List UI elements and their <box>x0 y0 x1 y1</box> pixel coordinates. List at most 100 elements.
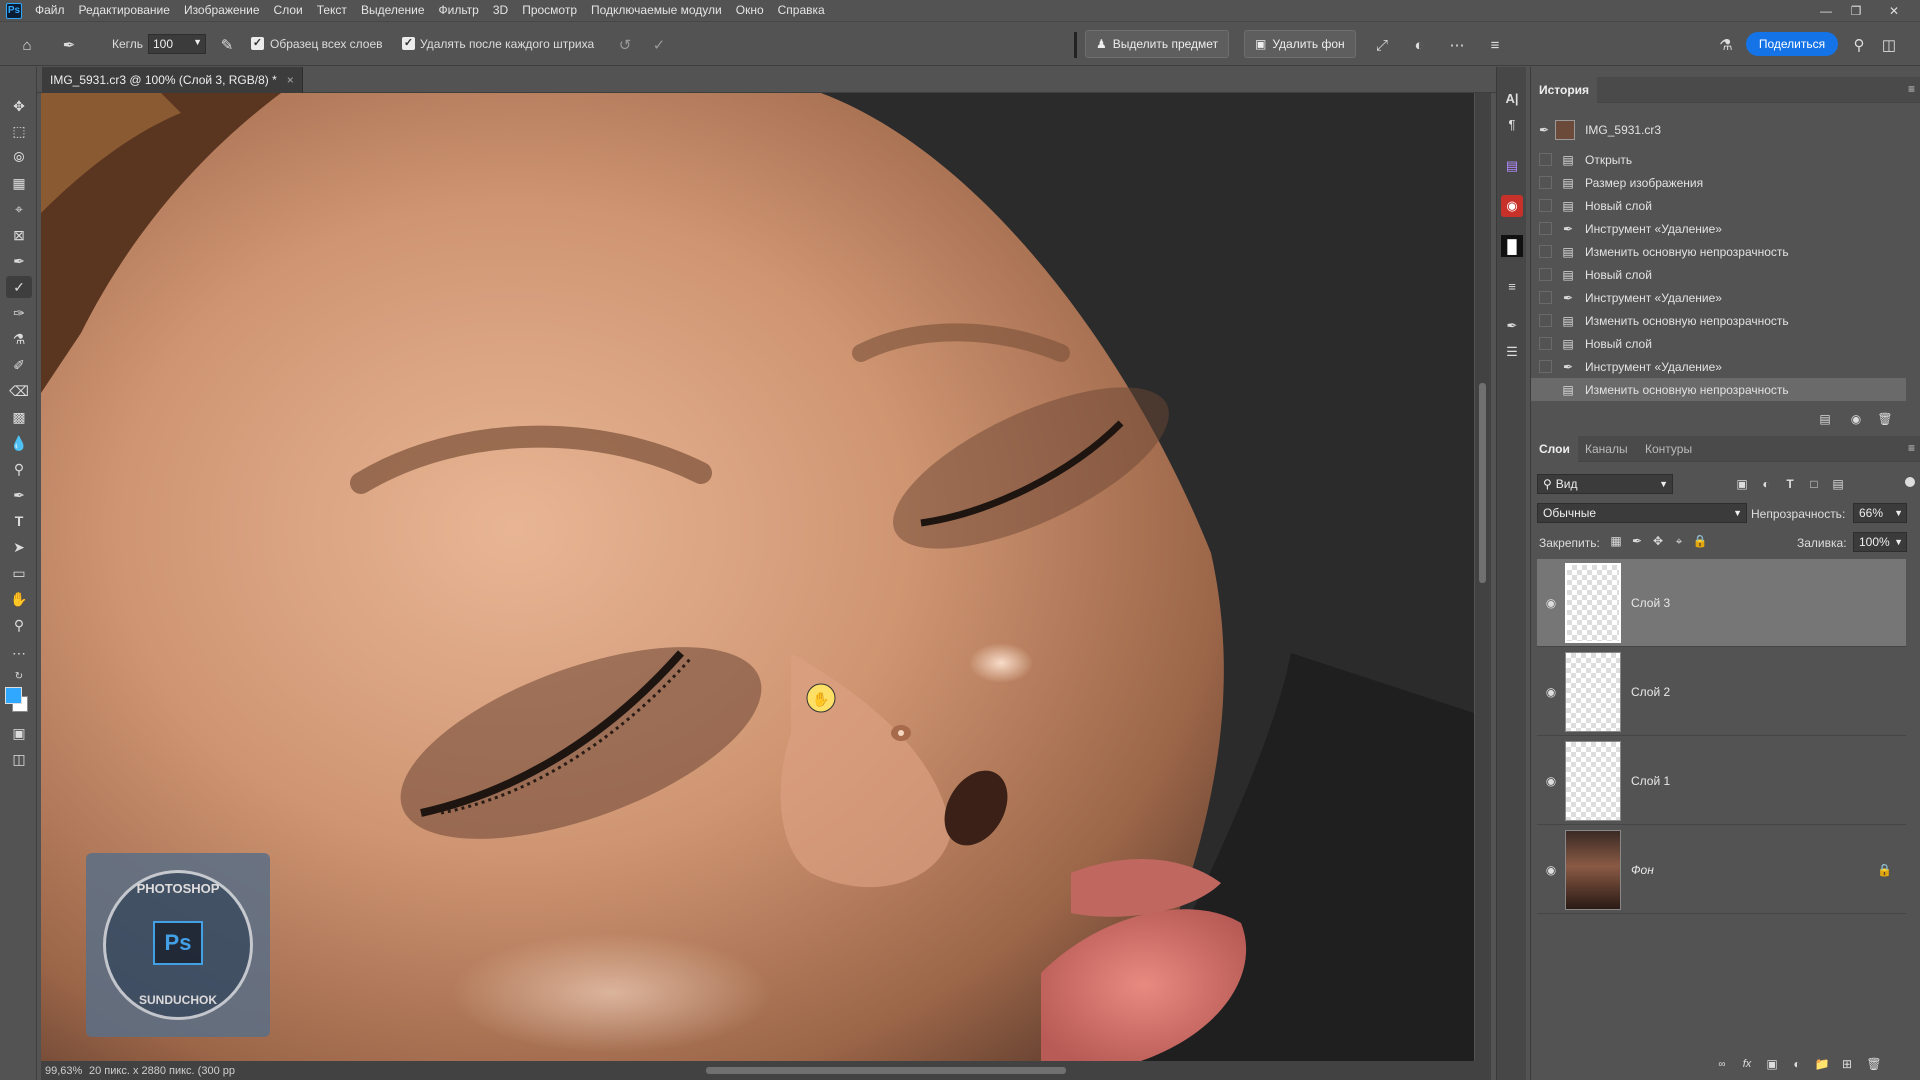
restore-icon[interactable]: ❐ <box>1842 0 1870 21</box>
image-canvas[interactable]: ✋ PHOTOSHOP Ps SUNDUCHOK <box>41 93 1474 1061</box>
panel-menu-icon[interactable]: ≡ <box>1908 82 1915 96</box>
trash-icon[interactable]: 🗑 <box>1876 410 1894 428</box>
swap-colors-icon[interactable]: ↻ <box>6 665 32 687</box>
layer-row-selected[interactable]: ◉ Слой 3 <box>1537 559 1906 647</box>
history-item[interactable]: ▤ Изменить основную непрозрачность <box>1531 240 1906 263</box>
layer-filter-select[interactable]: ⚲ Вид ▼ <box>1537 474 1673 494</box>
eye-icon[interactable]: ◉ <box>1537 685 1565 699</box>
document-tab[interactable]: IMG_5931.cr3 @ 100% (Слой 3, RGB/8) * × <box>42 67 303 93</box>
history-item[interactable]: ▤ Новый слой <box>1531 332 1906 355</box>
opacity-input[interactable]: 66% ▼ <box>1853 503 1907 523</box>
vertical-scroll-thumb[interactable] <box>1479 383 1486 583</box>
delete-layer-icon[interactable]: 🗑 <box>1865 1055 1883 1073</box>
menu-image[interactable]: Изображение <box>177 0 267 21</box>
menu-edit[interactable]: Редактирование <box>72 0 177 21</box>
history-source-checkbox[interactable] <box>1539 360 1552 373</box>
filter-shape-icon[interactable]: □ <box>1805 475 1823 493</box>
layer-row[interactable]: ◉ Слой 2 <box>1537 648 1906 736</box>
menu-view[interactable]: Просмотр <box>515 0 584 21</box>
screen-mode-icon[interactable]: ◫ <box>6 748 32 770</box>
undo-stroke-icon[interactable]: ↺ <box>614 34 636 56</box>
close-window-icon[interactable]: ✕ <box>1880 0 1908 21</box>
paragraph-panel-icon[interactable]: ¶ <box>1501 113 1523 135</box>
history-source-checkbox[interactable] <box>1539 199 1552 212</box>
new-document-from-state-icon[interactable]: ▤ <box>1816 410 1834 428</box>
menu-file[interactable]: Файл <box>28 0 72 21</box>
select-subject-button[interactable]: ♟ Выделить предмет <box>1085 30 1230 58</box>
history-source-checkbox[interactable] <box>1539 314 1552 327</box>
new-group-icon[interactable]: 📁 <box>1813 1055 1831 1073</box>
path-selection-tool-icon[interactable]: ➤ <box>6 536 32 558</box>
panel-menu-icon[interactable]: ≡ <box>1908 441 1915 455</box>
eye-icon[interactable]: ◉ <box>1537 863 1565 877</box>
history-source-checkbox[interactable] <box>1539 222 1552 235</box>
libraries-icon[interactable]: ▤ <box>1501 155 1523 177</box>
adjustments-icon[interactable]: ≡ <box>1501 275 1523 297</box>
history-source-checkbox[interactable] <box>1539 268 1552 281</box>
brush-settings-icon[interactable]: ✒ <box>1501 315 1523 337</box>
history-brush-tool-icon[interactable]: ✐ <box>6 354 32 376</box>
eye-icon[interactable]: ◉ <box>1537 596 1565 610</box>
marquee-tool-icon[interactable]: ⬚ <box>6 120 32 142</box>
share-button[interactable]: Поделиться <box>1746 32 1838 56</box>
move-tool-icon[interactable]: ✥ <box>6 95 32 117</box>
frame-tool-icon[interactable]: ⊠ <box>6 224 32 246</box>
flask-icon[interactable]: ⚗ <box>1715 34 1737 56</box>
layer-row[interactable]: ◉ Слой 1 <box>1537 737 1906 825</box>
crop-tool-icon[interactable]: ⌖ <box>6 198 32 220</box>
blur-tool-icon[interactable]: 💧 <box>6 432 32 454</box>
snapshot-camera-icon[interactable]: ◉ <box>1847 410 1865 428</box>
history-item-selected[interactable]: ▤ Изменить основную непрозрачность <box>1531 378 1906 401</box>
history-source-checkbox[interactable] <box>1539 153 1552 166</box>
search-icon[interactable]: ⚲ <box>1848 34 1870 56</box>
link-layers-icon[interactable]: ∞ <box>1713 1055 1731 1073</box>
hand-tool-icon[interactable]: ✋ <box>6 588 32 610</box>
history-source-checkbox[interactable] <box>1539 383 1552 396</box>
lock-all-icon[interactable]: 🔒 <box>1691 532 1709 550</box>
pressure-icon[interactable]: ✎ <box>216 34 238 56</box>
fill-input[interactable]: 100% ▼ <box>1853 532 1907 552</box>
type-tool-icon[interactable]: T <box>6 510 32 532</box>
eraser-tool-icon[interactable]: ⌫ <box>6 380 32 402</box>
remove-tool-icon[interactable]: ✓ <box>6 276 32 298</box>
filter-toggle[interactable] <box>1905 477 1915 487</box>
lock-transparency-icon[interactable]: ▦ <box>1607 532 1625 550</box>
history-item[interactable]: ▤ Размер изображения <box>1531 171 1906 194</box>
history-source-checkbox[interactable] <box>1539 176 1552 189</box>
new-adjustment-layer-icon[interactable]: ◐ <box>1788 1055 1806 1073</box>
menu-plugins[interactable]: Подключаемые модули <box>584 0 729 21</box>
lock-pixels-icon[interactable]: ✒ <box>1628 532 1646 550</box>
remove-tool-preset-icon[interactable]: ✒ <box>58 34 80 56</box>
history-source-checkbox[interactable] <box>1539 245 1552 258</box>
foreground-color-swatch[interactable] <box>5 687 22 704</box>
filter-smart-object-icon[interactable]: ▤ <box>1829 475 1847 493</box>
quick-mask-icon[interactable]: ▣ <box>6 722 32 744</box>
history-item[interactable]: ▤ Новый слой <box>1531 263 1906 286</box>
properties-icon[interactable]: ☰ <box>1501 341 1523 363</box>
settings-sliders-icon[interactable]: ≡ <box>1484 34 1506 56</box>
character-panel-icon[interactable]: A| <box>1501 87 1523 109</box>
minimize-icon[interactable]: — <box>1812 0 1840 21</box>
history-source-checkbox[interactable] <box>1539 337 1552 350</box>
menu-layers[interactable]: Слои <box>267 0 310 21</box>
filter-pixel-icon[interactable]: ▣ <box>1733 475 1751 493</box>
plugin-red-icon[interactable]: ◉ <box>1501 195 1523 217</box>
fx-icon[interactable]: fx <box>1738 1055 1756 1073</box>
plugin-dark-icon[interactable]: █ <box>1501 235 1523 257</box>
blend-mode-select[interactable]: Обычные ▼ <box>1537 503 1747 523</box>
apply-check-icon[interactable]: ✓ <box>648 34 670 56</box>
history-item[interactable]: ✒ Инструмент «Удаление» <box>1531 217 1906 240</box>
close-tab-icon[interactable]: × <box>287 73 294 87</box>
tab-layers[interactable]: Слои <box>1531 436 1578 462</box>
gradient-tool-icon[interactable]: ▩ <box>6 406 32 428</box>
history-item[interactable]: ▤ Открыть <box>1531 148 1906 171</box>
history-source-checkbox[interactable] <box>1539 291 1552 304</box>
home-icon[interactable]: ⌂ <box>16 34 38 56</box>
fit-screen-icon[interactable]: ⤢ <box>1371 34 1393 56</box>
menu-type[interactable]: Текст <box>310 0 354 21</box>
menu-window[interactable]: Окно <box>729 0 771 21</box>
history-snapshot[interactable]: ✒ IMG_5931.cr3 <box>1531 115 1906 145</box>
workspace-icon[interactable]: ◫ <box>1878 34 1900 56</box>
remove-after-stroke-checkbox[interactable]: ✓ <box>402 37 415 50</box>
brush-tool-icon[interactable]: ✑ <box>6 302 32 324</box>
